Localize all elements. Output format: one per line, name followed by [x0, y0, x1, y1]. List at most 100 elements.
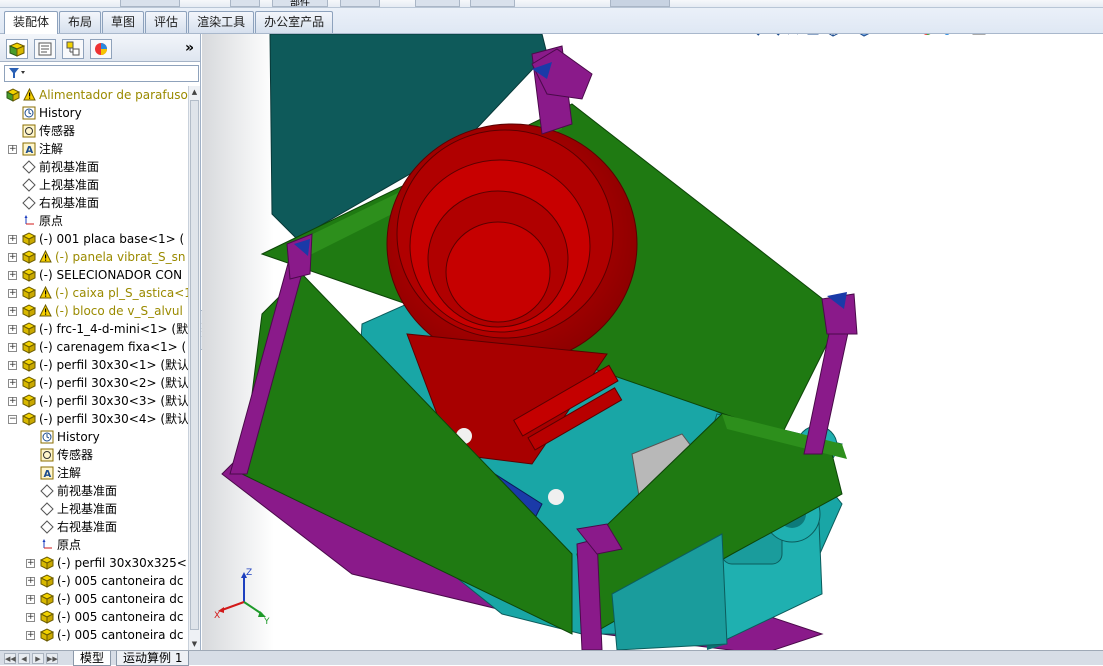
expand-icon[interactable]: +: [26, 631, 35, 640]
tree-item[interactable]: + (-) bloco de v_S_alvul: [0, 302, 188, 320]
expand-icon[interactable]: +: [8, 253, 17, 262]
tree-item[interactable]: 原点: [0, 536, 188, 554]
collapse-icon[interactable]: −: [8, 415, 17, 424]
tab-model[interactable]: 模型: [73, 651, 112, 666]
tab-sketch[interactable]: 草图: [102, 11, 145, 33]
expand-icon[interactable]: +: [8, 325, 17, 334]
tree-item[interactable]: 右视基准面: [0, 518, 188, 536]
expand-icon[interactable]: +: [26, 613, 35, 622]
tree-item[interactable]: 右视基准面: [0, 194, 188, 212]
tree-item[interactable]: + (-) 005 cantoneira dc: [0, 590, 188, 608]
tab-office-products[interactable]: 办公室产品: [255, 11, 334, 33]
expand-icon[interactable]: +: [26, 577, 35, 586]
expand-icon[interactable]: +: [26, 559, 35, 568]
tree-item[interactable]: 上视基准面: [0, 176, 188, 194]
scroll-thumb[interactable]: [190, 100, 199, 630]
more-tabs-button[interactable]: »: [185, 40, 194, 56]
tree-item[interactable]: 前视基准面: [0, 158, 188, 176]
tree-item[interactable]: − (-) perfil 30x30<4> (默认: [0, 410, 188, 428]
plane-icon: [22, 178, 36, 192]
tree-item[interactable]: + (-) 005 cantoneira dc: [0, 608, 188, 626]
assembly-model[interactable]: [202, 34, 1103, 650]
display-manager-icon[interactable]: [90, 39, 112, 59]
expand-icon[interactable]: +: [8, 307, 17, 316]
tree-item[interactable]: + (-) perfil 30x30<1> (默认: [0, 356, 188, 374]
ribbon-chip[interactable]: [340, 0, 380, 7]
expand-icon[interactable]: +: [8, 361, 17, 370]
section-view-icon[interactable]: [805, 34, 821, 37]
origin-icon: [40, 538, 54, 552]
command-tabs: 装配体 布局 草图 评估 渲染工具 办公室产品: [4, 11, 334, 34]
view-settings-icon[interactable]: [971, 34, 987, 37]
tree-item[interactable]: + (-) panela vibrat_S_sn: [0, 248, 188, 266]
expand-icon[interactable]: +: [8, 397, 17, 406]
expand-icon[interactable]: +: [8, 289, 17, 298]
tree-item[interactable]: History: [0, 104, 188, 122]
featuremanager-tree-icon[interactable]: [6, 39, 28, 59]
tree-item-label: 原点: [57, 538, 82, 552]
graphics-viewport[interactable]: ▼ ▼ ▼ ▼ ▼ Z X Y: [202, 34, 1103, 650]
ribbon-chip[interactable]: [470, 0, 515, 7]
previous-view-icon[interactable]: [785, 34, 801, 37]
expand-icon[interactable]: +: [8, 343, 17, 352]
ribbon-chip[interactable]: [415, 0, 460, 7]
next-tab-icon[interactable]: ▶: [32, 653, 44, 664]
ribbon-chip[interactable]: [610, 0, 670, 7]
tree-item[interactable]: A 注解: [0, 464, 188, 482]
expand-icon[interactable]: +: [8, 379, 17, 388]
scroll-up-icon[interactable]: ▲: [190, 87, 199, 98]
expand-icon[interactable]: +: [8, 145, 17, 154]
tab-assembly[interactable]: 装配体: [4, 11, 59, 34]
configuration-manager-icon[interactable]: [62, 39, 84, 59]
scroll-down-icon[interactable]: ▼: [190, 639, 199, 650]
ribbon-chip[interactable]: [230, 0, 260, 7]
prev-tab-icon[interactable]: ◀: [18, 653, 30, 664]
tree-item[interactable]: Alimentador de parafuso: [0, 86, 188, 104]
tree-item[interactable]: 前视基准面: [0, 482, 188, 500]
property-manager-icon[interactable]: [34, 39, 56, 59]
tree-item[interactable]: + (-) 001 placa base<1> (: [0, 230, 188, 248]
apply-scene-icon[interactable]: [939, 34, 955, 37]
edit-appearance-icon[interactable]: [919, 34, 935, 37]
ribbon-chip-parts[interactable]: 部件: [272, 0, 328, 7]
tree-item[interactable]: History: [0, 428, 188, 446]
tree-item[interactable]: 传感器: [0, 446, 188, 464]
first-tab-icon[interactable]: ◀◀: [4, 653, 16, 664]
hide-show-items-icon[interactable]: [888, 34, 904, 37]
view-orientation-icon[interactable]: [825, 34, 841, 37]
tab-evaluate[interactable]: 评估: [145, 11, 188, 33]
tree-item[interactable]: + (-) 005 cantoneira dc: [0, 626, 188, 644]
tree-item[interactable]: + (-) SELECIONADOR CON: [0, 266, 188, 284]
tree-item[interactable]: 原点: [0, 212, 188, 230]
tree-item[interactable]: + (-) perfil 30x30<2> (默认: [0, 374, 188, 392]
tree-item[interactable]: + A 注解: [0, 140, 188, 158]
part-icon: [21, 394, 37, 408]
tree-item[interactable]: + (-) carenagem fixa<1> (: [0, 338, 188, 356]
tree-item[interactable]: 传感器: [0, 122, 188, 140]
tree-item-label: (-) perfil 30x30<4> (默认: [39, 412, 188, 426]
zoom-to-area-icon[interactable]: [765, 34, 781, 37]
expand-icon[interactable]: +: [8, 235, 17, 244]
expand-icon[interactable]: +: [26, 595, 35, 604]
tree-item[interactable]: + (-) 005 cantoneira dc: [0, 572, 188, 590]
display-style-icon[interactable]: [856, 34, 872, 37]
tree-item[interactable]: + (-) perfil 30x30x325<: [0, 554, 188, 572]
tab-motion-study-1[interactable]: 运动算例 1: [116, 651, 190, 666]
ribbon-chip[interactable]: [120, 0, 180, 7]
tree-item[interactable]: + (-) perfil 30x30<3> (默认: [0, 392, 188, 410]
tree-item[interactable]: 上视基准面: [0, 500, 188, 518]
expand-icon[interactable]: +: [8, 271, 17, 280]
tree-item-label: 上视基准面: [39, 178, 100, 192]
tab-layout[interactable]: 布局: [59, 11, 102, 33]
zoom-to-fit-icon[interactable]: [745, 34, 761, 37]
tree-item-label: History: [39, 106, 82, 120]
tree-scrollbar[interactable]: ▲ ▼: [188, 86, 200, 651]
tab-render-tools[interactable]: 渲染工具: [188, 11, 255, 33]
tree-item[interactable]: + (-) caixa pl_S_astica<1: [0, 284, 188, 302]
warning-icon: [39, 303, 53, 318]
tree-filter[interactable]: [4, 65, 199, 82]
tree-item-label: 右视基准面: [57, 520, 118, 534]
tree-item[interactable]: + (-) frc-1_4-d-mini<1> (默: [0, 320, 188, 338]
last-tab-icon[interactable]: ▶▶: [46, 653, 58, 664]
part-icon: [21, 376, 37, 390]
